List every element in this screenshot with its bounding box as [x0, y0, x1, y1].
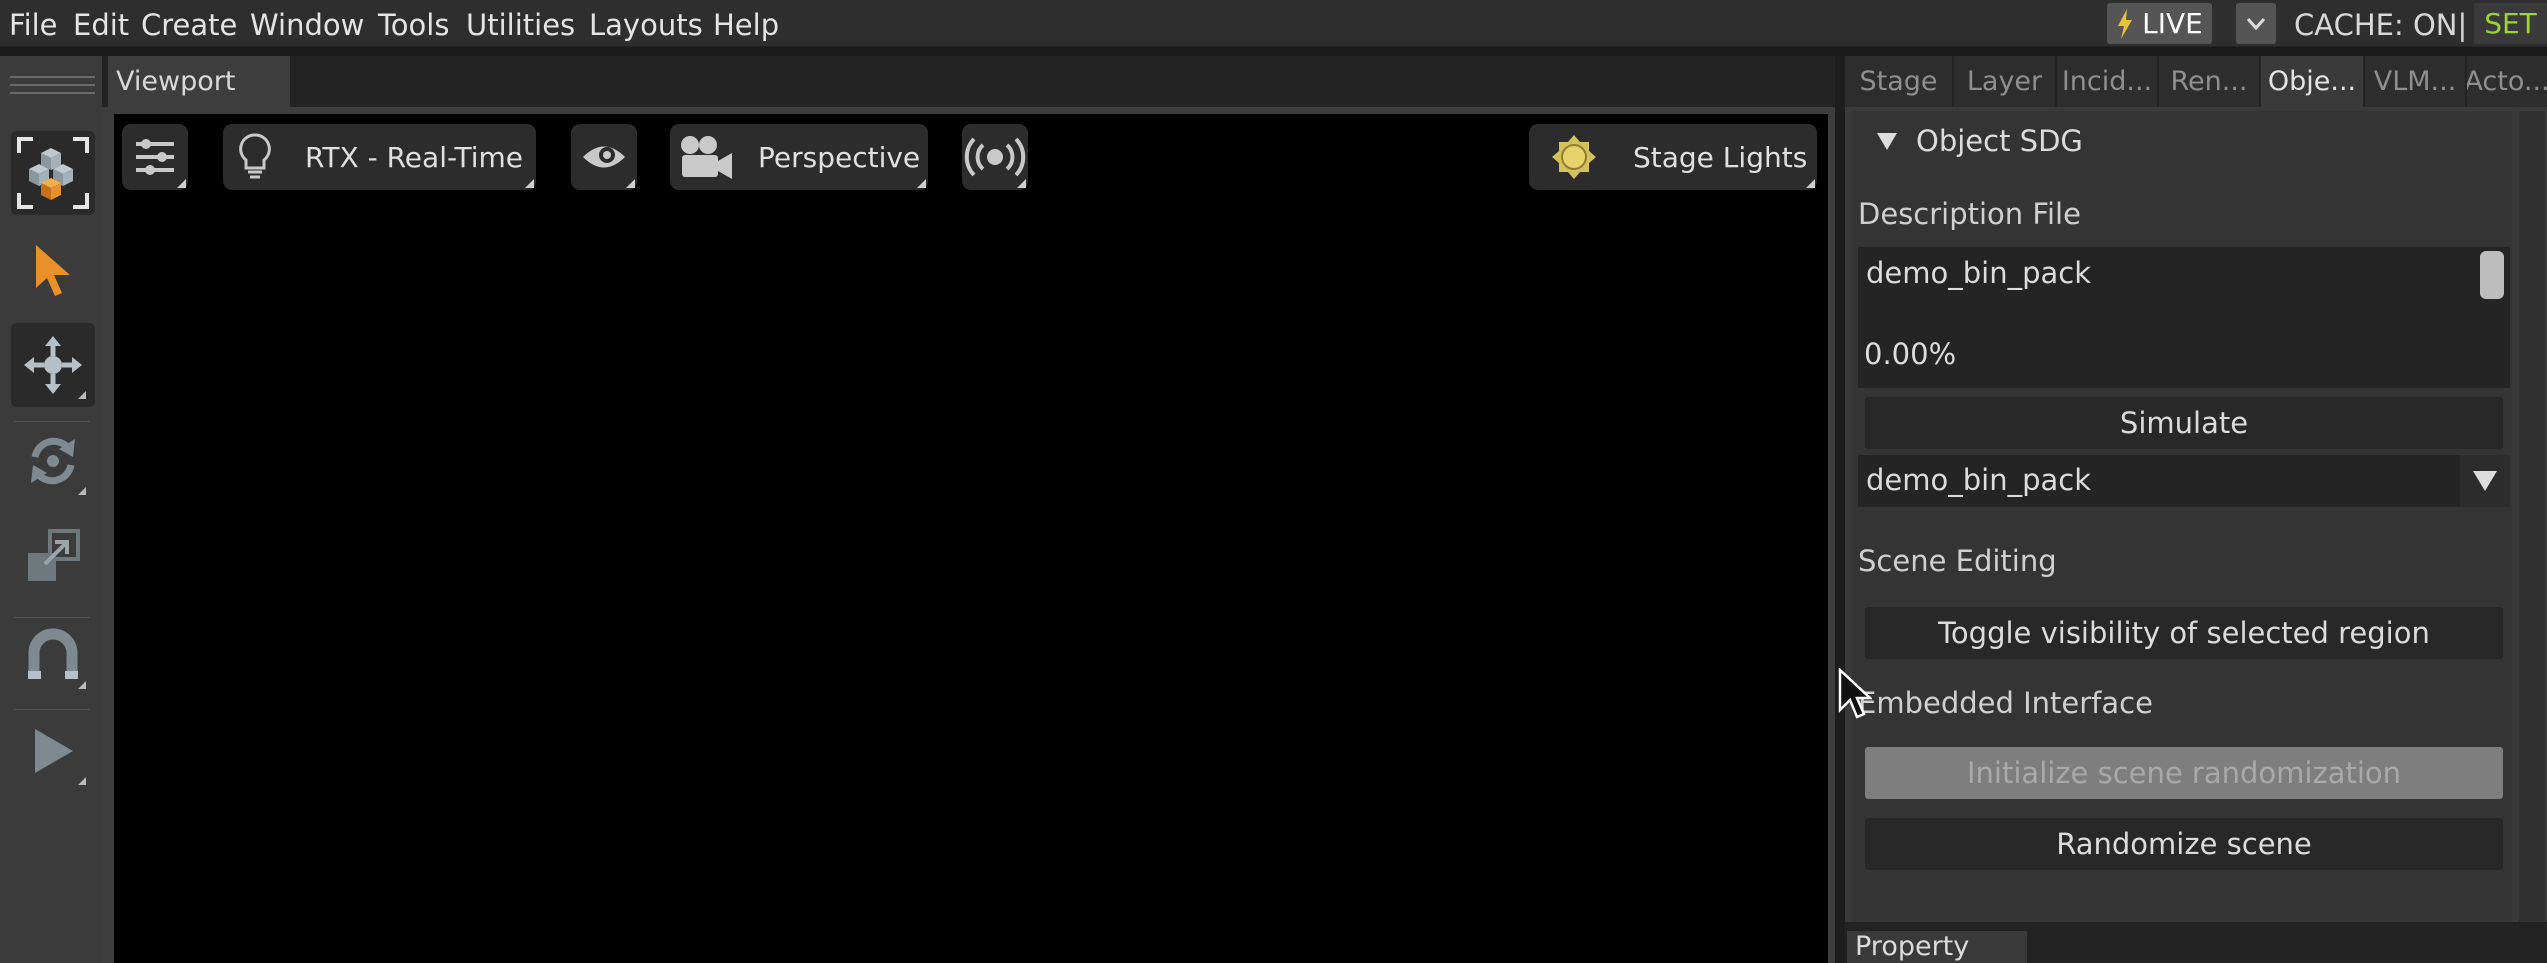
tab-render[interactable]: Ren... [2159, 56, 2259, 107]
left-toolbar [0, 56, 102, 963]
menu-file[interactable]: File [9, 8, 58, 42]
object-sdg-content [1852, 111, 2512, 922]
broadcast-button[interactable] [962, 124, 1028, 190]
menu-create[interactable]: Create [141, 8, 237, 42]
rotate-icon [31, 437, 75, 485]
field-scrollbar-thumb[interactable] [2480, 251, 2504, 299]
broadcast-icon [964, 137, 1026, 177]
chevron-down-icon [2246, 17, 2266, 30]
tab-property[interactable]: Property [1847, 931, 2027, 963]
cursor-arrow-icon [36, 245, 70, 296]
randomize-scene-button[interactable]: Randomize scene [1865, 818, 2503, 870]
menu-tools[interactable]: Tools [378, 8, 449, 42]
tab-stage[interactable]: Stage [1845, 56, 1952, 107]
object-sdg-section-header[interactable]: Object SDG [1876, 124, 2083, 158]
select-mode-button[interactable] [11, 131, 95, 215]
progress-text: 0.00% [1864, 337, 1957, 371]
live-button[interactable]: LIVE [2107, 3, 2212, 44]
tab-actor[interactable]: Acto... [2467, 56, 2547, 107]
menu-utilities[interactable]: Utilities [466, 8, 575, 42]
set-badge[interactable]: SET [2474, 3, 2547, 44]
menu-help[interactable]: Help [713, 8, 779, 42]
snap-magnet-icon [28, 628, 78, 679]
scene-editing-label: Scene Editing [1858, 544, 2057, 578]
rotate-tool-button[interactable] [11, 419, 95, 503]
play-icon [35, 729, 73, 773]
tab-viewport[interactable]: Viewport [108, 56, 290, 107]
description-file-label: Description File [1858, 197, 2081, 231]
movie-camera-icon [681, 136, 732, 179]
section-title: Object SDG [1916, 124, 2083, 158]
menu-bar: File Edit Create Window Tools Utilities … [0, 0, 2547, 47]
tab-vlm[interactable]: VLM... [2365, 56, 2465, 107]
toggle-visibility-button[interactable]: Toggle visibility of selected region [1865, 607, 2503, 659]
panel-scrollbar[interactable] [2519, 111, 2545, 922]
select-tool-button[interactable] [11, 228, 95, 312]
tab-incident[interactable]: Incid... [2057, 56, 2157, 107]
tool-options-indicator [78, 487, 86, 495]
tab-object-sdg[interactable]: Obje... [2261, 56, 2363, 107]
snap-tool-button[interactable] [11, 613, 95, 697]
embedded-interface-label: Embedded Interface [1858, 686, 2153, 720]
sun-light-icon [1552, 135, 1596, 179]
renderer-button[interactable]: RTX - Real-Time [223, 124, 536, 190]
viewport-settings-button[interactable] [122, 124, 188, 190]
description-file-field[interactable]: demo_bin_pack 0.00% [1858, 247, 2510, 388]
move-icon [24, 336, 82, 394]
collapse-triangle-icon [1877, 133, 1897, 150]
live-dropdown-button[interactable] [2236, 3, 2276, 44]
move-tool-button[interactable] [11, 323, 95, 407]
camera-button[interactable]: Perspective [670, 124, 928, 190]
renderer-label: RTX - Real-Time [305, 140, 524, 174]
visibility-button[interactable] [571, 124, 637, 190]
description-file-value: demo_bin_pack [1866, 256, 2092, 290]
tool-options-indicator [78, 681, 86, 689]
dropdown-arrow[interactable] [2460, 455, 2510, 507]
triangle-down-icon [2473, 471, 2497, 491]
property-tab-bar: Property [1845, 922, 2547, 963]
tool-options-indicator [78, 391, 86, 399]
settings-sliders-icon [136, 139, 174, 175]
menu-window[interactable]: Window [250, 8, 364, 42]
right-panel-tab-bar: Stage Layer Incid... Ren... Obje... VLM.… [1845, 56, 2547, 107]
menu-layouts[interactable]: Layouts [589, 8, 703, 42]
viewport-tab-bar: Viewport [102, 56, 1835, 107]
dropdown-value: demo_bin_pack [1866, 463, 2092, 497]
scale-icon [28, 529, 80, 581]
toolbar-grip[interactable] [10, 76, 95, 78]
eye-icon [583, 146, 625, 168]
stage-lights-label: Stage Lights [1633, 140, 1808, 174]
camera-label: Perspective [758, 140, 921, 174]
lightning-bolt-icon [2118, 8, 2133, 39]
menu-edit[interactable]: Edit [73, 8, 129, 42]
play-button[interactable] [11, 709, 95, 793]
cache-status: CACHE: ON| [2294, 8, 2468, 42]
stage-lights-button[interactable]: Stage Lights [1529, 124, 1817, 190]
simulate-button[interactable]: Simulate [1865, 397, 2503, 449]
tool-options-indicator [78, 777, 86, 785]
lightbulb-icon [239, 133, 271, 179]
live-label: LIVE [2142, 7, 2203, 40]
description-file-dropdown[interactable]: demo_bin_pack [1858, 455, 2510, 507]
mouse-cursor-icon [1838, 668, 1872, 719]
tab-layer[interactable]: Layer [1954, 56, 2055, 107]
scale-tool-button[interactable] [11, 514, 95, 598]
initialize-randomization-button[interactable]: Initialize scene randomization [1865, 747, 2503, 799]
select-mode-icon [17, 137, 89, 209]
viewport-canvas[interactable] [114, 114, 1828, 963]
splitter[interactable] [1835, 56, 1845, 963]
